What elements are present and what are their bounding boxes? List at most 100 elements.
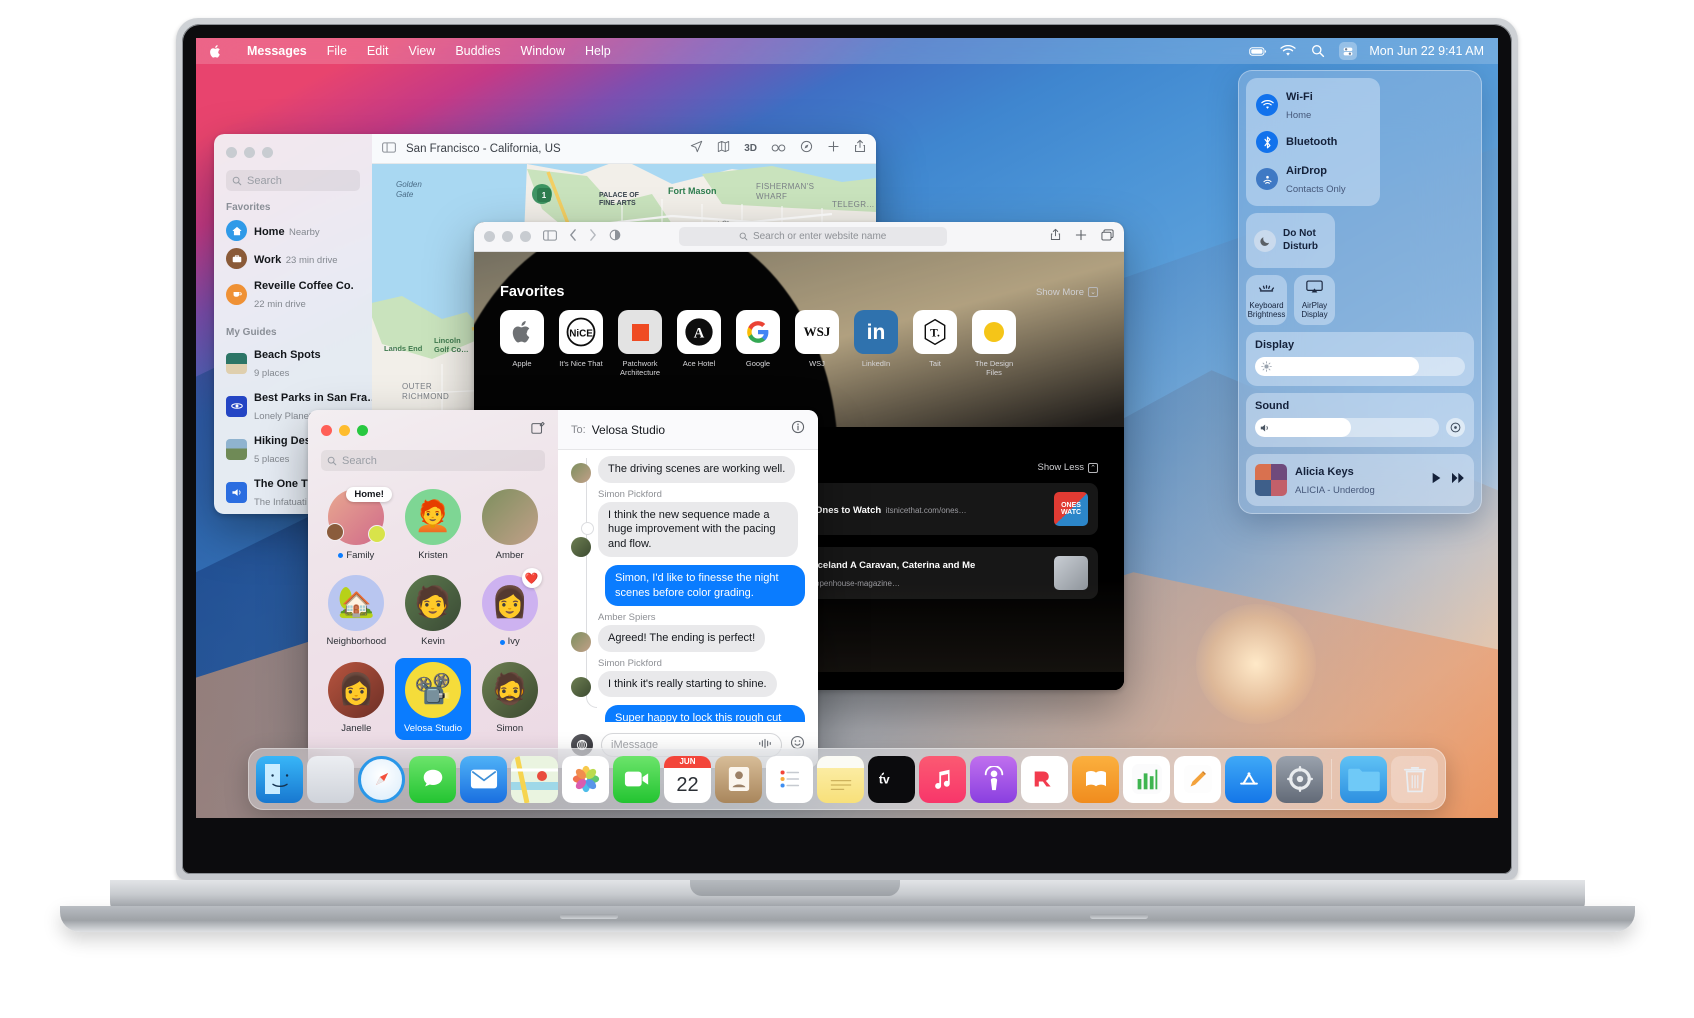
dock-item-contacts[interactable] (715, 755, 762, 803)
dock-item-numbers[interactable] (1123, 755, 1170, 803)
3d-toggle-button[interactable]: 3D (744, 143, 757, 154)
menu-item-file[interactable]: File (317, 38, 357, 64)
menu-item-edit[interactable]: Edit (357, 38, 399, 64)
reader-contrast-icon[interactable] (609, 228, 621, 246)
message-thread[interactable]: The driving scenes are working well. Sim… (558, 450, 818, 722)
conversation-ivy[interactable]: 👩 ❤️ Ivy (471, 568, 548, 653)
favorite-patchwork[interactable]: Patchwork Architecture (618, 310, 662, 377)
maps-window-title: San Francisco - California, US (406, 142, 561, 155)
new-tab-icon[interactable] (1075, 228, 1087, 246)
menu-item-buddies[interactable]: Buddies (445, 38, 510, 64)
maps-favorite-coffee[interactable]: Reveille Coffee Co. 22 min drive (214, 273, 372, 316)
tab-overview-icon[interactable] (1101, 228, 1114, 246)
safari-window-controls[interactable] (484, 231, 531, 242)
menu-item-help[interactable]: Help (575, 38, 621, 64)
apple-logo-icon[interactable] (208, 43, 223, 60)
airplay-audio-icon[interactable] (1446, 418, 1465, 437)
dock-item-books[interactable] (1072, 755, 1119, 803)
messages-search-input[interactable]: Search (321, 450, 545, 471)
sound-volume-slider[interactable] (1255, 418, 1439, 437)
dock-item-markup[interactable] (1174, 755, 1221, 803)
maps-guide-item[interactable]: Beach Spots 9 places (214, 342, 372, 385)
favorite-google[interactable]: Google (736, 310, 780, 377)
favorite-its-nice-that[interactable]: NiCE It's Nice That (559, 310, 603, 377)
conversation-janelle[interactable]: 👩 Janelle (318, 658, 395, 740)
messages-window[interactable]: Search Home! Family (308, 410, 818, 768)
favorite-design-files[interactable]: The Design Files (972, 310, 1016, 377)
menu-item-view[interactable]: View (398, 38, 445, 64)
dock-item-folder[interactable] (1340, 755, 1387, 803)
compose-icon[interactable] (531, 421, 545, 440)
control-center-airdrop-row[interactable]: AirDrop Contacts Only (1256, 161, 1370, 197)
conversation-amber[interactable]: Amber (471, 485, 548, 567)
control-center-wifi-row[interactable]: Wi-Fi Home (1256, 87, 1370, 123)
safari-address-bar[interactable]: Search or enter website name (678, 227, 947, 246)
conversation-kevin[interactable]: 🧑 Kevin (395, 571, 472, 653)
share-icon[interactable] (1050, 228, 1061, 246)
battery-icon[interactable] (1249, 42, 1267, 60)
dock-item-launchpad[interactable] (307, 755, 354, 803)
maps-favorite-work[interactable]: Work 23 min drive (214, 245, 372, 273)
reading-list-card[interactable]: Iceland A Caravan, Caterina and Me openh… (805, 547, 1098, 599)
dock-item-appstore[interactable] (1225, 755, 1272, 803)
control-center-icon[interactable] (1339, 42, 1358, 60)
control-center-bluetooth-row[interactable]: Bluetooth (1256, 131, 1370, 153)
share-icon[interactable] (854, 139, 866, 158)
dock-item-appletv[interactable]: tv (868, 755, 915, 803)
menu-bar-clock[interactable]: Mon Jun 22 9:41 AM (1369, 44, 1484, 58)
show-more-button[interactable]: Show More ⌄ (1036, 287, 1098, 298)
keyboard-brightness-tile[interactable]: Keyboard Brightness (1246, 275, 1287, 325)
favorite-tait[interactable]: T. Tait (913, 310, 957, 377)
conversation-neighborhood[interactable]: 🏡 Neighborhood (318, 571, 395, 653)
reading-list-card[interactable]: Ones to Watch itsnicethat.com/ones… ONES… (805, 483, 1098, 535)
maps-favorite-home[interactable]: Home Nearby (214, 217, 372, 245)
conversation-family[interactable]: Home! Family (318, 485, 395, 567)
wifi-icon[interactable] (1279, 42, 1297, 60)
sidebar-icon[interactable] (382, 140, 396, 158)
maps-window-controls[interactable] (226, 147, 360, 158)
favorite-ace-hotel[interactable]: A Ace Hotel (677, 310, 721, 377)
dock-item-calendar[interactable]: JUN 22 (664, 755, 711, 803)
dock-item-safari[interactable] (358, 755, 405, 803)
conversation-kristen[interactable]: 🧑‍🦰 Kristen (395, 485, 472, 567)
dock-item-notes[interactable] (817, 755, 864, 803)
dock-item-photos[interactable] (562, 755, 609, 803)
menu-item-window[interactable]: Window (511, 38, 575, 64)
conversation-velosa-studio[interactable]: 📽️ Velosa Studio (394, 657, 472, 741)
play-icon[interactable] (1431, 471, 1442, 489)
compass-icon[interactable] (800, 140, 813, 158)
dock-item-messages[interactable] (409, 755, 456, 803)
dock-item-podcasts[interactable] (970, 755, 1017, 803)
airplay-display-tile[interactable]: AirPlay Display (1294, 275, 1335, 325)
location-arrow-icon[interactable] (690, 140, 703, 158)
look-around-icon[interactable] (771, 140, 786, 158)
thread-recipient[interactable]: Velosa Studio (592, 423, 665, 437)
sidebar-icon[interactable] (543, 228, 557, 246)
dock-item-reminders[interactable] (766, 755, 813, 803)
map-mode-icon[interactable] (717, 140, 730, 158)
dock-item-music[interactable] (919, 755, 966, 803)
fast-forward-icon[interactable] (1451, 471, 1465, 489)
plus-icon[interactable] (827, 140, 840, 158)
show-less-button[interactable]: Show Less ⌃ (1038, 462, 1098, 473)
conversation-simon[interactable]: 🧔 Simon (471, 658, 548, 740)
dock-item-finder[interactable] (256, 755, 303, 803)
dock-item-trash[interactable] (1391, 755, 1438, 803)
back-icon[interactable] (569, 228, 577, 246)
messages-window-controls[interactable] (321, 424, 368, 436)
dock-item-maps[interactable] (511, 755, 558, 803)
search-icon[interactable] (1309, 42, 1327, 60)
do-not-disturb-tile[interactable]: Do Not Disturb (1246, 213, 1335, 268)
menu-item-messages[interactable]: Messages (237, 38, 317, 64)
maps-search-input[interactable]: Search (226, 170, 360, 191)
forward-icon[interactable] (589, 228, 597, 246)
dock-item-system-preferences[interactable] (1276, 755, 1323, 803)
dock-item-news[interactable] (1021, 755, 1068, 803)
info-icon[interactable] (791, 420, 805, 439)
display-brightness-slider[interactable] (1255, 357, 1465, 376)
favorite-apple[interactable]: Apple (500, 310, 544, 377)
favorite-wsj[interactable]: WSJ WSJ (795, 310, 839, 377)
dock-item-mail[interactable] (460, 755, 507, 803)
favorite-linkedin[interactable]: in LinkedIn (854, 310, 898, 377)
dock-item-facetime[interactable] (613, 755, 660, 803)
